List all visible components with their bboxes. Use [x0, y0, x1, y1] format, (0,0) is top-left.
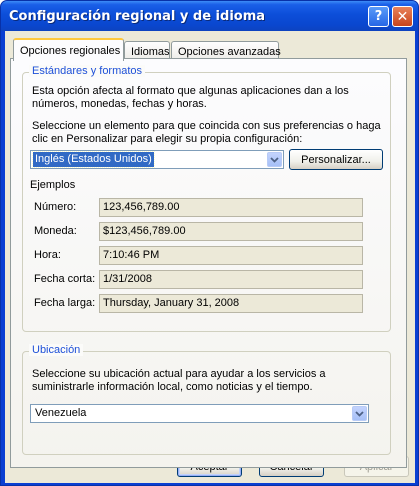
locale-dropdown[interactable]: Inglés (Estados Unidos) — [30, 150, 284, 169]
close-icon: ✕ — [396, 8, 409, 25]
customize-button-label: Personalizar... — [301, 153, 371, 166]
location-dropdown[interactable]: Venezuela — [30, 404, 369, 423]
location-dropdown-value: Venezuela — [35, 407, 87, 419]
example-label-time: Hora: — [34, 249, 61, 261]
location-description: suministrarle información local, como no… — [32, 381, 313, 393]
example-value-number: 123,456,789.00 — [99, 198, 363, 217]
example-label-currency: Moneda: — [34, 225, 77, 237]
standards-description: Esta opción afecta al formato que alguna… — [32, 85, 349, 97]
tab-label: Opciones avanzadas — [178, 45, 281, 58]
location-description: Seleccione su ubicación actual para ayud… — [32, 368, 326, 380]
customize-button[interactable]: Personalizar... — [289, 149, 383, 170]
example-value-short-date: 1/31/2008 — [99, 270, 363, 289]
example-value-currency: $123,456,789.00 — [99, 222, 363, 241]
standards-description: números, monedas, fechas y horas. — [32, 98, 207, 110]
dialog-client-area: Opciones regionales Idiomas Opciones ava… — [5, 31, 415, 483]
window-title: Configuración regional y de idioma — [9, 9, 266, 24]
standards-group: Estándares y formatos Esta opción afecta… — [22, 65, 391, 332]
select-instructions: Seleccione un elemento para que coincida… — [32, 120, 381, 132]
locale-dropdown-value: Inglés (Estados Unidos) — [32, 151, 155, 168]
title-bar[interactable]: Configuración regional y de idioma ? ✕ — [1, 1, 418, 31]
example-value-time: 7:10:46 PM — [99, 246, 363, 265]
help-icon: ? — [374, 9, 383, 24]
tab-panel: Estándares y formatos Esta opción afecta… — [10, 58, 407, 468]
standards-legend: Estándares y formatos — [29, 65, 146, 77]
location-group: Ubicación Seleccione su ubicación actual… — [22, 344, 391, 455]
example-value-long-date: Thursday, January 31, 2008 — [99, 294, 363, 313]
location-legend: Ubicación — [29, 344, 84, 356]
close-button[interactable]: ✕ — [392, 6, 413, 27]
tab-opciones-regionales[interactable]: Opciones regionales — [13, 38, 124, 61]
tab-label: Idiomas — [131, 45, 170, 58]
examples-heading: Ejemplos — [30, 179, 76, 191]
example-label-short-date: Fecha corta: — [34, 273, 96, 285]
tab-label: Opciones regionales — [20, 44, 121, 57]
help-button[interactable]: ? — [368, 6, 389, 27]
chevron-down-icon[interactable] — [352, 406, 367, 421]
example-label-long-date: Fecha larga: — [34, 297, 96, 309]
dialog-window: Configuración regional y de idioma ? ✕ O… — [0, 0, 419, 486]
select-instructions: clic en Personalizar para elegir su prop… — [32, 133, 303, 145]
chevron-down-icon[interactable] — [267, 152, 282, 167]
example-label-number: Número: — [34, 201, 77, 213]
